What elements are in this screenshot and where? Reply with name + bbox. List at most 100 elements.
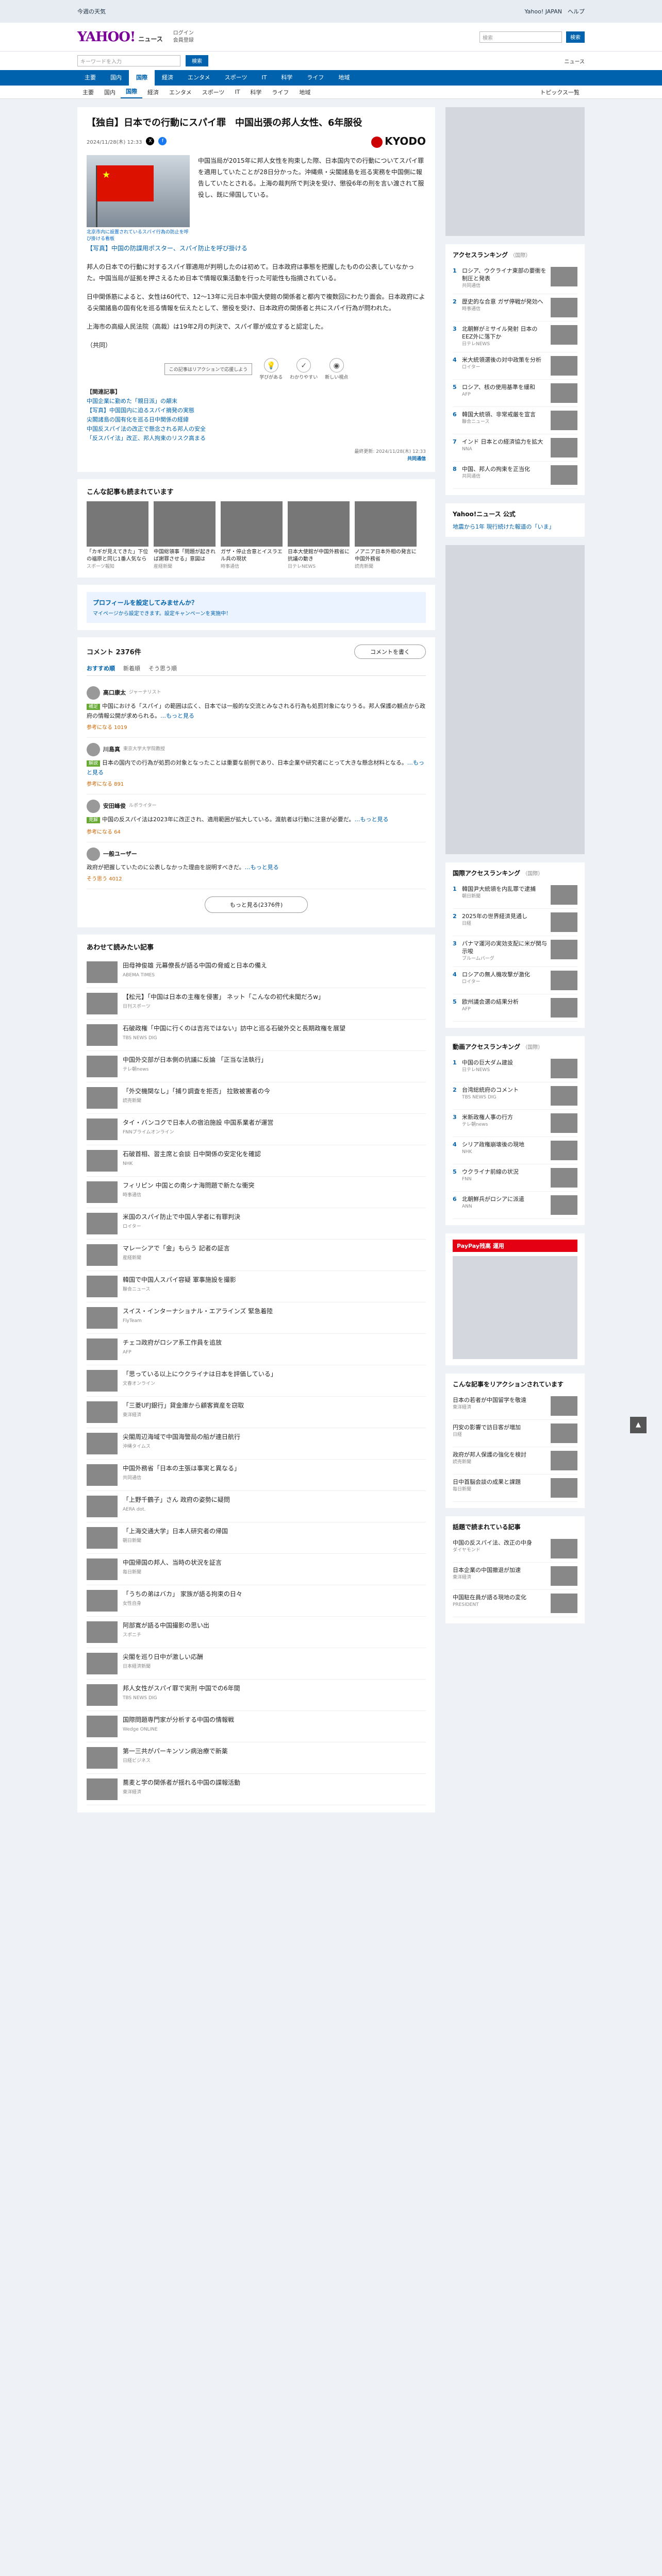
article-photo[interactable]: ★ 北京市内に設置されているスパイ行為の防止を呼び掛ける看板 — [87, 155, 190, 243]
next-read-item[interactable]: 邦人女性がスパイ罪で実刑 中国での6年間 TBS NEWS DIG — [87, 1680, 426, 1711]
avatar[interactable] — [87, 686, 100, 700]
ranking-item[interactable]: 7 インド 日本との経済協力を拡大 NNA — [453, 434, 577, 462]
ranking-item[interactable]: 1 中国の巨大ダム建設 日テレNEWS — [453, 1055, 577, 1082]
more-comments-button[interactable]: もっと見る(2376件) — [205, 896, 308, 913]
recommended-item[interactable]: ガザ・停止合意とイスラエル兵の現状 時事通信 — [221, 501, 283, 570]
paypay-ad[interactable] — [453, 1256, 577, 1359]
ranking-item[interactable]: 4 シリア政権崩壊後の現地 NHK — [453, 1137, 577, 1164]
ad-slot[interactable] — [445, 107, 585, 236]
related-link[interactable]: 【写真】中国国内に迫るスパイ摘発の実態 — [87, 406, 426, 415]
next-read-item[interactable]: 「思っている以上にウクライナは日本を評価している」 文春オンライン — [87, 1365, 426, 1397]
category-tab[interactable]: ライフ — [300, 70, 331, 86]
yahoo-official-link[interactable]: 地震から1年 現行続けた報道の「いま」 — [453, 522, 577, 531]
header-search-button[interactable]: 検索 — [566, 31, 585, 43]
subnav-tab[interactable]: 国内 — [99, 88, 121, 96]
author-name[interactable]: 川島真 — [103, 745, 120, 754]
ranking-item[interactable]: 政府が邦人保護の強化を検討 読売新聞 — [453, 1447, 577, 1475]
next-read-item[interactable]: スイス・インターナショナル・エアラインズ 緊急着陸 FlyTeam — [87, 1302, 426, 1334]
category-tab[interactable]: IT — [254, 70, 274, 86]
ranking-item[interactable]: 5 欧州議会選の結果分析 AFP — [453, 994, 577, 1022]
photo-headline-link[interactable]: 【写真】中国の防諜用ポスター、スパイ防止を呼び掛ける — [87, 243, 426, 254]
ranking-item[interactable]: 2 2025年の世界経済見通し 日経 — [453, 909, 577, 936]
top-nav[interactable]: Yahoo! JAPAN ヘルプ — [524, 7, 585, 15]
comment-likes[interactable]: 参考になる 1019 — [87, 723, 127, 732]
publisher-link[interactable]: 共同通信 — [407, 456, 426, 462]
ranking-item[interactable]: 5 ロシア、核の使用基準を緩和 AFP — [453, 380, 577, 407]
login-link[interactable]: ログイン — [173, 30, 194, 37]
subnav-tab[interactable]: ライフ — [267, 88, 294, 96]
category-tab[interactable]: スポーツ — [218, 70, 255, 86]
next-read-item[interactable]: 蕎麦と学の関係者が揺れる中国の諜報活動 東洋経済 — [87, 1774, 426, 1805]
comment-tab[interactable]: そう思う順 — [148, 664, 177, 672]
reaction-learn[interactable]: 💡 学びがある — [259, 358, 283, 380]
related-link[interactable]: 中国企業に勤めた「親日派」の顛末 — [87, 397, 426, 406]
recommended-item[interactable]: 「カギが見えてきた」下位の福原と同じ1番人気なら スポーツ報知 — [87, 501, 148, 570]
subnav-tab[interactable]: 国際 — [121, 86, 142, 98]
scroll-to-top-button[interactable]: ▲ — [630, 1417, 647, 1433]
ranking-item[interactable]: 中国駐在員が語る現地の変化 PRESIDENT — [453, 1590, 577, 1617]
header-search-input[interactable]: 検索 — [479, 31, 562, 43]
next-read-item[interactable]: 中国外務省「日本の主張は事実と異なる」 共同通信 — [87, 1460, 426, 1491]
comment-more-link[interactable]: …もっと見る — [160, 713, 194, 719]
site-logo[interactable]: YAHOO! ニュース — [77, 29, 163, 45]
subnav-tab[interactable]: 科学 — [245, 88, 267, 96]
next-read-item[interactable]: 尖閣を巡り日中が激しい応酬 日本経済新聞 — [87, 1648, 426, 1680]
paypay-banner[interactable]: PayPay残高 運用 — [453, 1240, 577, 1252]
ad-slot-tall[interactable] — [445, 545, 585, 854]
category-tab[interactable]: 経済 — [155, 70, 180, 86]
next-read-item[interactable]: マレーシアで「金」もらう 記者の証言 産経新聞 — [87, 1240, 426, 1271]
comment-tab[interactable]: おすすめ順 — [87, 664, 115, 672]
related-link[interactable]: 尖閣諸島の国有化を巡る日中関係の経緯 — [87, 415, 426, 425]
ranking-item[interactable]: 3 北朝鮮がミサイル発射 日本のEEZ外に落下か 日テレNEWS — [453, 321, 577, 352]
subnav-tab[interactable]: IT — [229, 89, 245, 95]
comment-likes[interactable]: 参考になる 891 — [87, 780, 124, 789]
next-read-item[interactable]: 【松元】「中国は日本の主権を侵害」 ネット「こんなの初代未聞だろw」 日刊スポーツ — [87, 988, 426, 1020]
category-tab[interactable]: 国際 — [129, 70, 155, 86]
ranking-item[interactable]: 2 台湾総統府のコメント TBS NEWS DIG — [453, 1082, 577, 1110]
ranking-item[interactable]: 3 米新政権人事の行方 テレ朝news — [453, 1110, 577, 1137]
next-read-item[interactable]: 中国外交部が日本側の抗議に反論 「正当な法執行」 テレ朝news — [87, 1051, 426, 1082]
subnav-tab[interactable]: スポーツ — [197, 88, 230, 96]
next-read-item[interactable]: 「上海交通大学」日本人研究者の帰国 朝日新聞 — [87, 1522, 426, 1554]
ranking-item[interactable]: 1 ロシア、ウクライナ東部の要衝を制圧と発表 共同通信 — [453, 263, 577, 294]
avatar[interactable] — [87, 847, 100, 861]
ranking-item[interactable]: 日本の若者が中国留学を敬遠 東洋経済 — [453, 1393, 577, 1420]
next-read-item[interactable]: 「外交機関なし」「捕り調査を拒否」 拉致被害者の今 読売新聞 — [87, 1082, 426, 1114]
recommended-item[interactable]: ノアニア日本外相の発言に中国外務省 読売新聞 — [355, 501, 417, 570]
next-read-item[interactable]: 田母神俊雄 元幕僚長が語る中国の脅威と日本の備え ABEMA TIMES — [87, 957, 426, 988]
next-read-item[interactable]: 石破政権「中国に行くのは吉兆ではない」訪中と巡る石破外交と長期政権を展望 TBS … — [87, 1020, 426, 1051]
facebook-share-icon[interactable]: f — [158, 137, 167, 146]
subnav-tab[interactable]: エンタメ — [164, 88, 197, 96]
next-read-item[interactable]: 中国帰国の邦人、当時の状況を証言 毎日新聞 — [87, 1554, 426, 1585]
next-read-item[interactable]: 石破首相、習主席と会談 日中関係の安定化を確認 NHK — [87, 1145, 426, 1177]
subnav-tab[interactable]: 主要 — [77, 88, 99, 96]
avatar[interactable] — [87, 799, 100, 813]
source-logo[interactable]: KYODO — [371, 135, 426, 148]
x-share-icon[interactable]: X — [146, 137, 155, 146]
category-tab[interactable]: 地域 — [331, 70, 357, 86]
subnav-tab[interactable]: 地域 — [294, 88, 316, 96]
comment-more-link[interactable]: …もっと見る — [354, 816, 388, 823]
author-name[interactable]: 高口康太 — [103, 688, 126, 697]
comment-more-link[interactable]: …もっと見る — [245, 864, 279, 871]
author-name[interactable]: 安田峰俊 — [103, 802, 126, 810]
ranking-item[interactable]: 4 米大統領選後の対中政策を分析 ロイター — [453, 352, 577, 380]
ranking-item[interactable]: 日本企業の中国撤退が加速 東洋経済 — [453, 1563, 577, 1590]
author-name[interactable]: 一般ユーザー — [103, 850, 137, 858]
subnav-tab[interactable]: 経済 — [142, 88, 164, 96]
category-tab[interactable]: 国内 — [103, 70, 129, 86]
search-input[interactable]: キーワードを入力 — [77, 55, 180, 66]
reaction-clear[interactable]: ✓ わかりやすい — [290, 358, 318, 380]
category-tab[interactable]: エンタメ — [180, 70, 218, 86]
next-read-item[interactable]: フィリピン 中国との南シナ海問題で新たな衝突 時事通信 — [87, 1177, 426, 1208]
next-read-item[interactable]: 米国のスパイ防止で中国人学者に有罪判決 ロイター — [87, 1208, 426, 1240]
next-read-item[interactable]: 阿部寛が語る中国撮影の思い出 スポニチ — [87, 1617, 426, 1648]
ranking-item[interactable]: 1 韓国尹大統領を内乱罪で逮捕 朝日新聞 — [453, 882, 577, 909]
avatar[interactable] — [87, 742, 100, 756]
comment-likes[interactable]: そう思う 4012 — [87, 875, 122, 884]
comment-likes[interactable]: 参考になる 64 — [87, 828, 121, 837]
next-read-item[interactable]: タイ・バンコクで日本人の宿泊施設 中国系業者が運営 FNNプライムオンライン — [87, 1114, 426, 1145]
recommended-item[interactable]: 日本大使館が中国外務省に抗議の動き 日テレNEWS — [288, 501, 350, 570]
register-link[interactable]: 会員登録 — [173, 37, 194, 44]
category-tab[interactable]: 科学 — [274, 70, 300, 86]
